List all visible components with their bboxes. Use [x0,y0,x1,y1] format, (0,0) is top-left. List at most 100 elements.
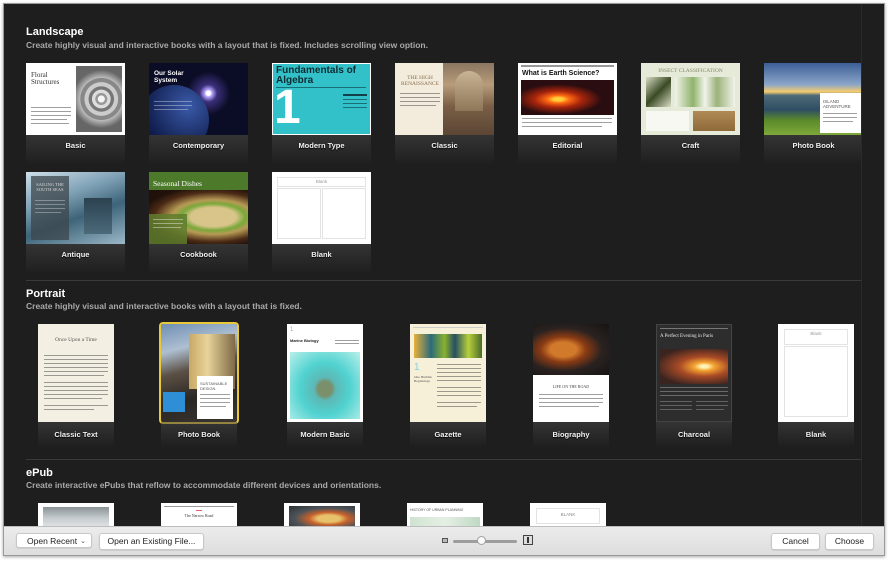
template-thumbnail: BLANK [530,503,606,526]
template-epub-5[interactable]: BLANK [530,503,606,526]
thumb-title: A Perfect Evening in Paris [660,334,714,339]
template-landscape-antique[interactable]: SAILING THE SOUTH SEAS Antique [26,172,125,274]
template-thumbnail: THE HIGH RENAISSANCE [395,63,494,135]
template-thumbnail: A Perfect Evening in Paris [656,324,732,422]
thumb-title: Seasonal Dishes [153,179,202,188]
template-landscape-editorial[interactable]: What is Earth Science? Editorial [518,63,617,165]
thumb-title: Our Solar System [154,70,184,84]
template-scroll-area: Landscape Create highly visual and inter… [4,4,862,526]
flower-image [76,66,122,132]
template-landscape-basic[interactable]: Floral Structures Basic [26,63,125,165]
large-thumbnail-icon[interactable] [523,535,533,545]
template-portrait-photo-book[interactable]: SUSTAINABLE DESIGN Photo Book [159,322,239,448]
section-title-epub: ePub [26,467,53,479]
template-label: Photo Book [177,430,221,439]
thumb-title: HISTORY OF URBAN PLANNING [410,508,464,512]
template-portrait-charcoal[interactable]: A Perfect Evening in Paris Charcoal [656,324,732,448]
thumb-title: What is Earth Science? [522,70,600,77]
template-portrait-classic-text[interactable]: Once Upon a Time Classic Text [38,324,114,448]
section-title-portrait: Portrait [26,288,66,300]
template-thumbnail: The Narrow Road [161,503,237,526]
template-label: Classic [431,141,458,150]
thumb-title: Marine Biology [290,338,319,343]
slider-knob[interactable] [477,536,487,545]
template-thumbnail: 1 Marine Biology [287,324,363,422]
section-divider [26,459,862,460]
open-recent-button[interactable]: Open Recent ⌄ [16,533,92,548]
template-thumbnail: ISLAND ADVENTURE [764,63,862,135]
template-label: Modern Basic [300,430,350,439]
template-label: Classic Text [54,430,98,439]
template-label: Contemporary [172,141,225,150]
template-epub-3[interactable] [284,503,360,526]
template-portrait-modern-basic[interactable]: 1 Marine Biology Modern Basic [287,324,363,448]
template-label: Blank [805,430,827,439]
chevron-down-icon: ⌄ [80,538,86,545]
template-thumbnail: LIFE ON THE ROAD [533,324,609,422]
template-label: Modern Type [298,141,345,150]
template-thumbnail: Seasonal Dishes [149,172,248,244]
thumb-title: ISLAND ADVENTURE [823,99,851,109]
template-thumbnail: INSECT CLASSIFICATION [641,63,740,135]
template-thumbnail: SUSTAINABLE DESIGN [159,322,239,424]
template-label: Editorial [552,141,583,150]
thumb-title: SAILING THE SOUTH SEAS [36,182,64,192]
template-chooser-window: Landscape Create highly visual and inter… [3,3,885,556]
template-label: Antique [61,250,90,259]
template-landscape-contemporary[interactable]: Our Solar System Contemporary [149,63,248,165]
section-desc-portrait: Create highly visual and interactive boo… [26,301,302,311]
template-thumbnail [284,503,360,526]
template-label: Craft [681,141,700,150]
thumb-title: Blank [277,177,366,187]
thumb-title: SUSTAINABLE DESIGN [200,381,228,391]
template-thumbnail: What is Earth Science? [518,63,617,135]
section-divider [26,280,862,281]
template-landscape-blank[interactable]: Blank Blank [272,172,371,274]
open-existing-file-button[interactable]: Open an Existing File... [99,533,204,550]
choose-button[interactable]: Choose [825,533,874,550]
template-label: Photo Book [792,141,835,150]
thumb-number: 1 [414,362,420,373]
cancel-button[interactable]: Cancel [771,533,820,550]
thumb-title: One Humble Beginnings [414,375,432,383]
template-thumbnail [38,503,114,526]
section-desc-epub: Create interactive ePubs that reflow to … [26,480,382,490]
small-thumbnail-icon[interactable] [442,538,448,543]
template-label: Blank [311,250,332,259]
template-label: Cookbook [180,250,217,259]
template-label: Gazette [434,430,462,439]
template-landscape-cookbook[interactable]: Seasonal Dishes Cookbook [149,172,248,274]
template-thumbnail: HISTORY OF URBAN PLANNING [407,503,483,526]
thumb-title: BLANK [536,508,600,524]
template-thumbnail: SAILING THE SOUTH SEAS [26,172,125,244]
template-portrait-blank[interactable]: Blank Blank [778,324,854,448]
thumb-number: 1 [290,327,294,333]
thumb-title: The Narrow Road [184,513,214,518]
template-portrait-gazette[interactable]: 1 One Humble Beginnings Gazette [410,324,486,448]
template-landscape-modern-type[interactable]: Fundamentals of Algebra 1 Modern Type [272,63,371,165]
thumb-number: 1 [274,81,301,134]
template-landscape-craft[interactable]: INSECT CLASSIFICATION Craft [641,63,740,165]
bottom-toolbar: Open Recent ⌄ Open an Existing File... C… [4,526,884,555]
template-epub-4[interactable]: HISTORY OF URBAN PLANNING [407,503,483,526]
template-epub-2[interactable]: The Narrow Road [161,503,237,526]
section-desc-landscape: Create highly visual and interactive boo… [26,40,428,50]
template-thumbnail: Once Upon a Time [38,324,114,422]
thumb-title: LIFE ON THE ROAD [552,384,590,389]
template-thumbnail: Floral Structures [26,63,125,135]
template-landscape-classic[interactable]: THE HIGH RENAISSANCE Classic [395,63,494,165]
template-thumbnail: Our Solar System [149,63,248,135]
template-epub-1[interactable] [38,503,114,526]
template-label: Charcoal [677,430,711,439]
vertical-scrollbar[interactable] [861,4,884,526]
template-thumbnail: Blank [778,324,854,422]
template-label: Basic [65,141,86,150]
template-thumbnail: Fundamentals of Algebra 1 [272,63,371,135]
thumb-title: THE HIGH RENAISSANCE [401,75,439,87]
template-label: Biography [552,430,590,439]
template-portrait-biography[interactable]: LIFE ON THE ROAD Biography [533,324,609,448]
thumb-title: Once Upon a Time [55,337,97,343]
thumb-title: Blank [784,329,848,345]
template-landscape-photo-book[interactable]: ISLAND ADVENTURE Photo Book [764,63,862,165]
section-title-landscape: Landscape [26,26,84,38]
